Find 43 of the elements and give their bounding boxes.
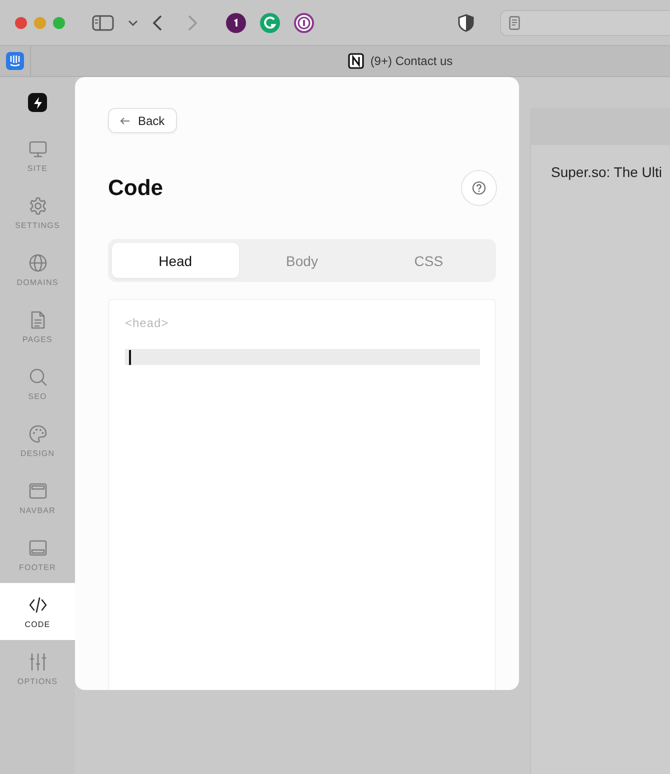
monitor-icon xyxy=(28,138,48,158)
gear-icon xyxy=(28,196,48,216)
sidebar-item[interactable]: CODE xyxy=(0,583,75,640)
sidebar-item[interactable]: SITE xyxy=(0,127,75,184)
page-title: Super.so: The Ulti xyxy=(551,164,662,180)
extension-icon[interactable] xyxy=(226,12,246,32)
logo-icon[interactable] xyxy=(28,93,47,112)
tab[interactable]: Body xyxy=(238,243,366,278)
notion-icon xyxy=(348,53,364,69)
search-icon xyxy=(28,366,48,386)
close-button[interactable] xyxy=(15,16,27,28)
placeholder-text: <head> xyxy=(125,317,168,331)
text-cursor xyxy=(129,350,131,364)
shield-icon[interactable] xyxy=(458,14,474,32)
sidebar-item[interactable]: FOOTER xyxy=(0,526,75,583)
palette-icon xyxy=(28,424,48,444)
footer-icon xyxy=(28,538,48,558)
sidebar-item[interactable]: SETTINGS xyxy=(0,184,75,241)
sidebar-item[interactable]: DOMAINS xyxy=(0,241,75,298)
sidebar-item[interactable]: DESIGN xyxy=(0,412,75,469)
arrow-left-icon xyxy=(120,116,130,124)
tab[interactable]: CSS xyxy=(365,243,492,278)
sidebar-icon[interactable] xyxy=(92,14,114,30)
sidebar-item[interactable]: PAGES xyxy=(0,298,75,355)
globe-icon xyxy=(28,252,48,272)
sidebar-item[interactable]: OPTIONS xyxy=(0,640,75,697)
navbar-icon xyxy=(28,480,48,500)
extension-icon[interactable] xyxy=(294,12,314,32)
tab-title: (9+) Contact us xyxy=(370,54,453,68)
help-button[interactable] xyxy=(461,170,497,206)
back-icon[interactable] xyxy=(152,14,162,30)
panel-title: Code xyxy=(108,175,163,201)
code-icon xyxy=(28,594,48,614)
help-icon xyxy=(472,181,486,195)
code-editor[interactable]: <head> xyxy=(108,299,496,690)
sidebar-item[interactable]: SEO xyxy=(0,355,75,412)
page-icon xyxy=(509,16,520,30)
tab[interactable]: Head xyxy=(112,243,239,278)
sidebar-item[interactable]: NAVBAR xyxy=(0,469,75,526)
chevron-down-icon[interactable] xyxy=(128,20,138,26)
chat-app-icon[interactable] xyxy=(6,52,24,70)
back-button[interactable]: Back xyxy=(108,108,177,133)
sliders-icon xyxy=(28,652,48,672)
